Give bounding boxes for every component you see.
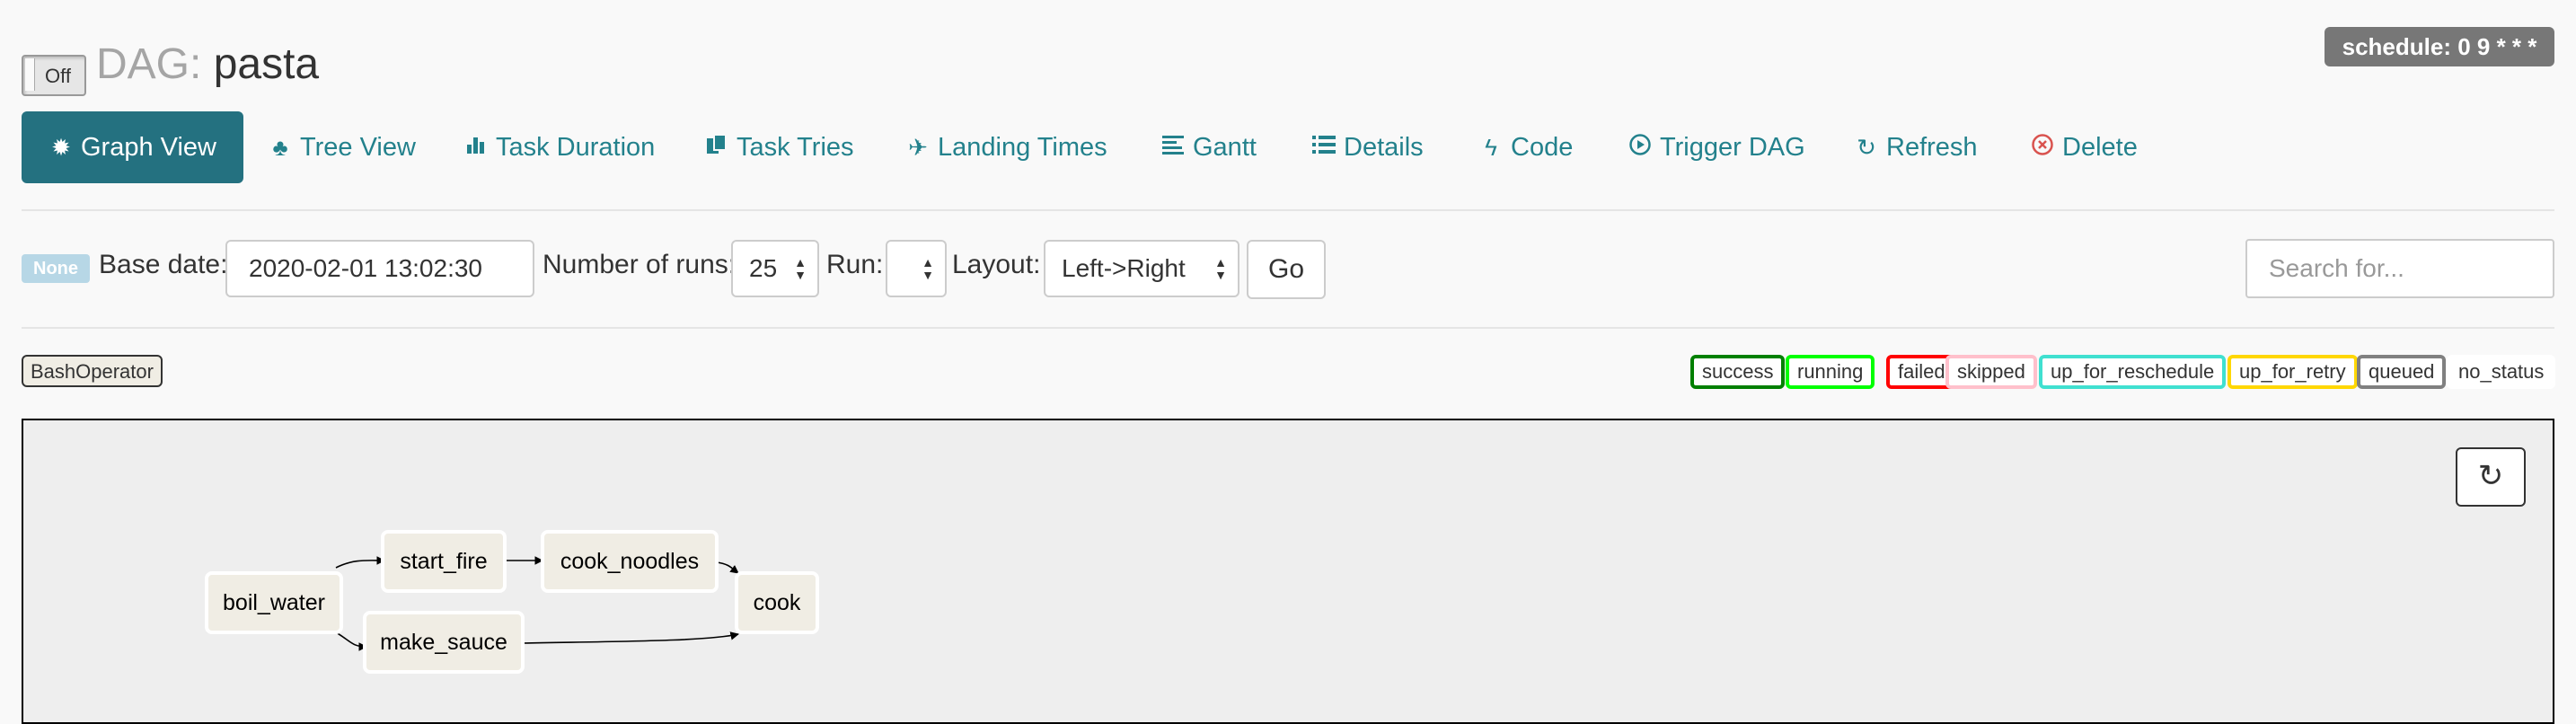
go-button[interactable]: Go — [1247, 240, 1326, 299]
list-icon — [1311, 134, 1337, 162]
graph-refresh-button[interactable]: ↻ — [2456, 447, 2526, 507]
layout-label: Layout: — [952, 250, 1041, 279]
select-arrows-icon: ▲ ▼ — [922, 255, 934, 282]
num-runs-label: Number of runs: — [543, 250, 737, 279]
state-legend-queued: queued — [2357, 355, 2447, 389]
dag-pause-toggle[interactable]: Off — [22, 55, 86, 96]
plane-icon: ✈ — [908, 133, 928, 161]
search-input[interactable] — [2245, 239, 2554, 298]
state-legend-up-for-retry: up_for_retry — [2228, 355, 2358, 389]
tab-graph-view[interactable]: ✹ Graph View — [22, 111, 243, 183]
task-node-cook-noodles[interactable]: cook_noodles — [541, 530, 719, 593]
edge-cook-noodles-cook — [716, 561, 739, 574]
tab-label: Details — [1344, 132, 1424, 162]
tab-label: Task Tries — [737, 132, 854, 162]
task-node-make-sauce[interactable]: make_sauce — [363, 611, 525, 674]
state-legend-skipped: skipped — [1945, 355, 2037, 389]
state-legend-success: success — [1690, 355, 1786, 389]
tab-landing-times[interactable]: ✈ Landing Times — [905, 111, 1107, 183]
divider — [22, 327, 2554, 329]
base-date-input[interactable]: 2020-02-01 13:02:30 — [225, 240, 534, 297]
tab-task-duration[interactable]: Task Duration — [463, 111, 655, 183]
tab-delete[interactable]: Delete — [2030, 111, 2138, 183]
status-badge: None — [22, 254, 90, 283]
tab-tree-view[interactable]: ♣ Tree View — [268, 111, 416, 183]
tab-task-tries[interactable]: Task Tries — [704, 111, 854, 183]
tab-gantt[interactable]: Gantt — [1160, 111, 1257, 183]
operator-legend-bashoperator: BashOperator — [22, 355, 163, 387]
align-left-icon — [1160, 134, 1186, 162]
title-prefix: DAG: — [96, 40, 202, 88]
tab-details[interactable]: Details — [1311, 111, 1424, 183]
copy-icon — [704, 133, 729, 163]
tree-icon: ♣ — [272, 133, 288, 161]
task-node-start-fire[interactable]: start_fire — [381, 530, 507, 593]
tab-code[interactable]: ϟ Code — [1478, 111, 1573, 183]
select-arrows-icon: ▲ ▼ — [794, 255, 807, 282]
burst-icon: ✹ — [51, 133, 71, 161]
edge-boil-water-make-sauce — [335, 631, 367, 651]
base-date-value: 2020-02-01 13:02:30 — [249, 254, 482, 282]
state-legend-running: running — [1786, 355, 1875, 389]
tab-trigger-dag[interactable]: Trigger DAG — [1628, 111, 1805, 183]
layout-select[interactable]: Left->Right ▲ ▼ — [1044, 240, 1239, 297]
state-legend-up-for-reschedule: up_for_reschedule — [2039, 355, 2227, 389]
divider — [22, 209, 2554, 211]
refresh-icon: ↻ — [2477, 459, 2504, 493]
tab-label: Trigger DAG — [1660, 132, 1805, 162]
play-circle-icon — [1628, 133, 1653, 163]
edge-make-sauce-cook — [522, 631, 739, 644]
edge-boil-water-start-fire — [335, 556, 385, 569]
tab-label: Code — [1511, 132, 1574, 162]
tab-label: Landing Times — [938, 132, 1107, 162]
task-node-boil-water[interactable]: boil_water — [205, 571, 343, 634]
tab-refresh[interactable]: ↻ Refresh — [1854, 111, 1978, 183]
bar-chart-icon — [463, 134, 489, 162]
task-node-cook[interactable]: cook — [735, 571, 819, 634]
tab-label: Delete — [2062, 132, 2138, 162]
toggle-label: Off — [45, 65, 71, 87]
layout-value: Left->Right — [1062, 254, 1186, 282]
num-runs-value: 25 — [749, 254, 778, 282]
toggle-knob — [25, 58, 35, 91]
select-arrows-icon: ▲ ▼ — [1214, 255, 1227, 282]
run-label: Run: — [826, 250, 884, 279]
state-legend-no-status: no_status — [2447, 355, 2556, 389]
num-runs-select[interactable]: 25 ▲ ▼ — [731, 240, 819, 297]
dag-name: pasta — [213, 40, 320, 88]
run-select[interactable]: ▲ ▼ — [886, 240, 947, 297]
tab-label: Gantt — [1193, 132, 1257, 162]
tab-label: Refresh — [1886, 132, 1978, 162]
tab-label: Task Duration — [496, 132, 656, 162]
tab-label: Graph View — [81, 132, 216, 162]
dag-graph-canvas[interactable]: boil_water start_fire cook_noodles make_… — [22, 419, 2554, 724]
page-title: DAG: pasta — [96, 40, 319, 89]
refresh-icon: ↻ — [1857, 133, 1876, 161]
schedule-badge: schedule: 0 9 * * * — [2325, 27, 2554, 66]
remove-circle-icon — [2030, 133, 2055, 163]
tab-label: Tree View — [300, 132, 416, 162]
bolt-icon: ϟ — [1485, 133, 1497, 161]
base-date-label: Base date: — [99, 250, 228, 279]
